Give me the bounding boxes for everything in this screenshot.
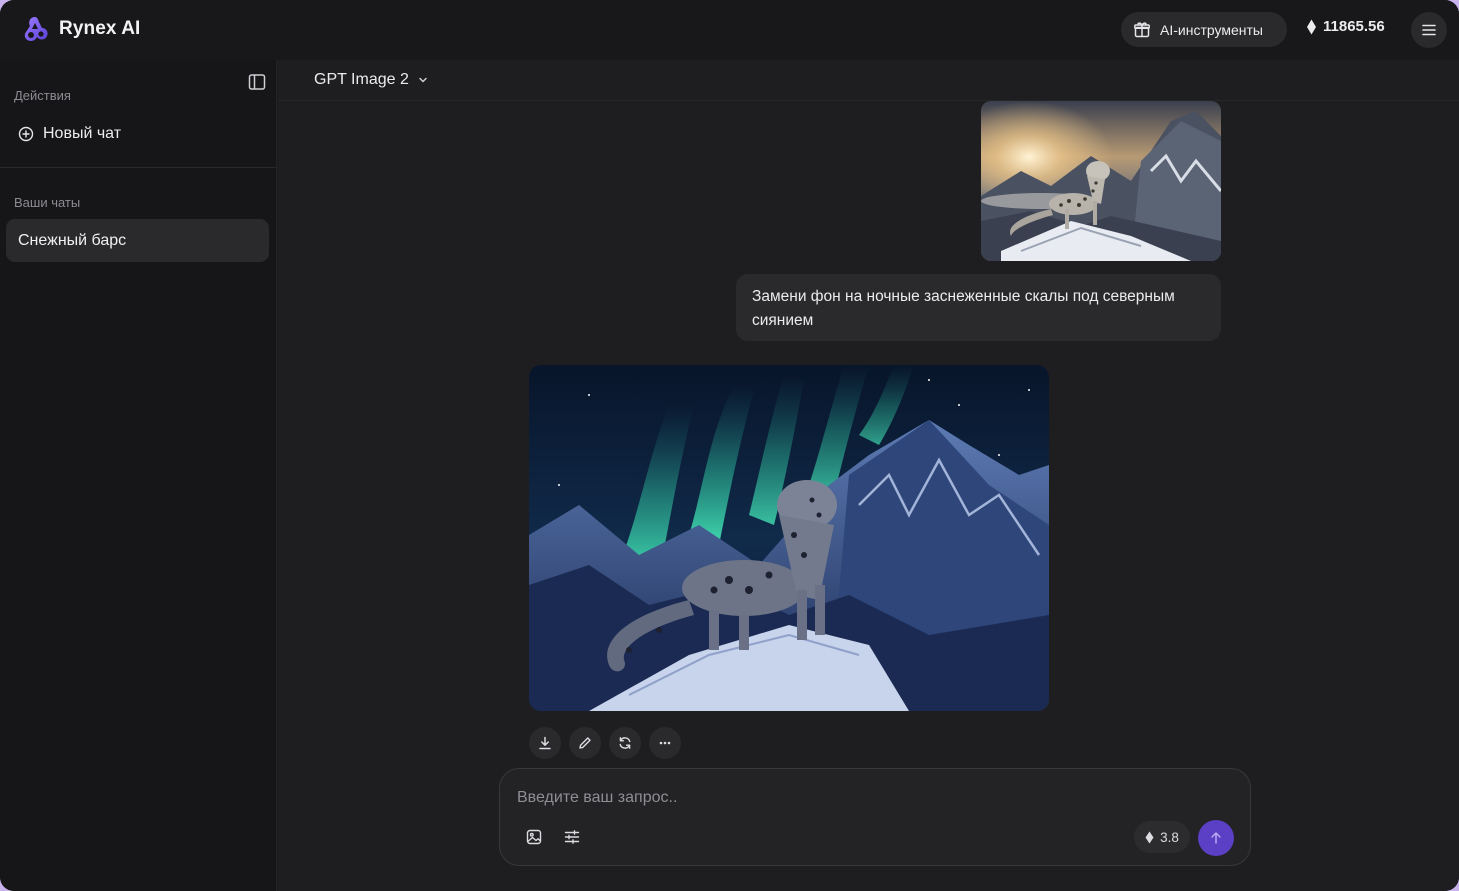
sidebar: Действия Новый чат Ваши чаты Снежный бар… bbox=[0, 60, 277, 891]
request-cost-badge: 3.8 bbox=[1134, 821, 1190, 853]
attach-image-button[interactable] bbox=[522, 825, 546, 849]
actions-section-title: Действия bbox=[14, 88, 71, 103]
user-message-bubble: Замени фон на ночные заснеженные скалы п… bbox=[736, 274, 1221, 341]
regenerate-icon bbox=[619, 737, 631, 749]
user-uploaded-image[interactable] bbox=[981, 101, 1221, 261]
hamburger-menu-icon bbox=[1422, 24, 1436, 36]
app-name: Rynex AI bbox=[59, 18, 141, 39]
user-message-text: Замени фон на ночные заснеженные скалы п… bbox=[752, 288, 1175, 329]
download-icon bbox=[539, 736, 551, 750]
ai-tools-button[interactable]: AI-инструменты bbox=[1121, 12, 1287, 47]
edit-pencil-icon bbox=[579, 737, 591, 749]
model-selector[interactable]: GPT Image 2 bbox=[314, 71, 429, 89]
diamond-icon bbox=[1307, 19, 1316, 34]
main-menu-button[interactable] bbox=[1411, 12, 1447, 48]
model-name: GPT Image 2 bbox=[314, 71, 409, 88]
sliders-icon bbox=[564, 830, 580, 844]
rynex-logo-icon bbox=[24, 17, 48, 41]
chats-section-title: Ваши чаты bbox=[14, 195, 81, 210]
chat-area: GPT Image 2 Замени фон на ночные заснеже… bbox=[278, 60, 1459, 891]
more-horizontal-icon bbox=[659, 741, 671, 745]
snow-leopard-aurora-image bbox=[529, 365, 1049, 711]
diamond-icon bbox=[1145, 831, 1154, 843]
arrow-up-icon bbox=[1211, 832, 1221, 844]
sidebar-toggle-icon[interactable] bbox=[247, 72, 267, 92]
new-chat-button[interactable]: Новый чат bbox=[10, 118, 265, 150]
prompt-input[interactable] bbox=[517, 786, 1117, 810]
download-button[interactable] bbox=[529, 727, 561, 759]
settings-sliders-button[interactable] bbox=[560, 825, 584, 849]
logo[interactable]: Rynex AI bbox=[20, 14, 140, 44]
ai-tools-label: AI-инструменты bbox=[1160, 21, 1263, 38]
generated-image[interactable] bbox=[529, 365, 1049, 711]
image-attach-icon bbox=[526, 829, 542, 845]
chevron-down-icon bbox=[419, 77, 427, 83]
new-chat-label: Новый чат bbox=[43, 125, 122, 142]
plus-circle-icon bbox=[18, 126, 34, 142]
more-options-button[interactable] bbox=[649, 727, 681, 759]
chat-item-snow-leopard[interactable]: Снежный барс bbox=[6, 219, 269, 262]
gift-box-icon bbox=[1134, 21, 1150, 37]
request-cost-value: 3.8 bbox=[1160, 829, 1179, 845]
regenerate-button[interactable] bbox=[609, 727, 641, 759]
sidebar-divider bbox=[0, 167, 277, 168]
top-header: Rynex AI AI-инструменты 11865.56 bbox=[0, 0, 1459, 60]
send-button[interactable] bbox=[1198, 820, 1234, 856]
app-window: Rynex AI AI-инструменты 11865.56 Действи… bbox=[0, 0, 1459, 891]
token-balance: 11865.56 bbox=[1306, 18, 1385, 35]
model-bar: GPT Image 2 bbox=[278, 60, 1459, 101]
snow-leopard-sunset-image bbox=[981, 101, 1221, 261]
chat-item-label: Снежный барс bbox=[18, 231, 127, 249]
balance-value: 11865.56 bbox=[1323, 18, 1385, 35]
edit-button[interactable] bbox=[569, 727, 601, 759]
image-actions bbox=[529, 727, 681, 759]
prompt-composer: 3.8 bbox=[499, 768, 1251, 866]
